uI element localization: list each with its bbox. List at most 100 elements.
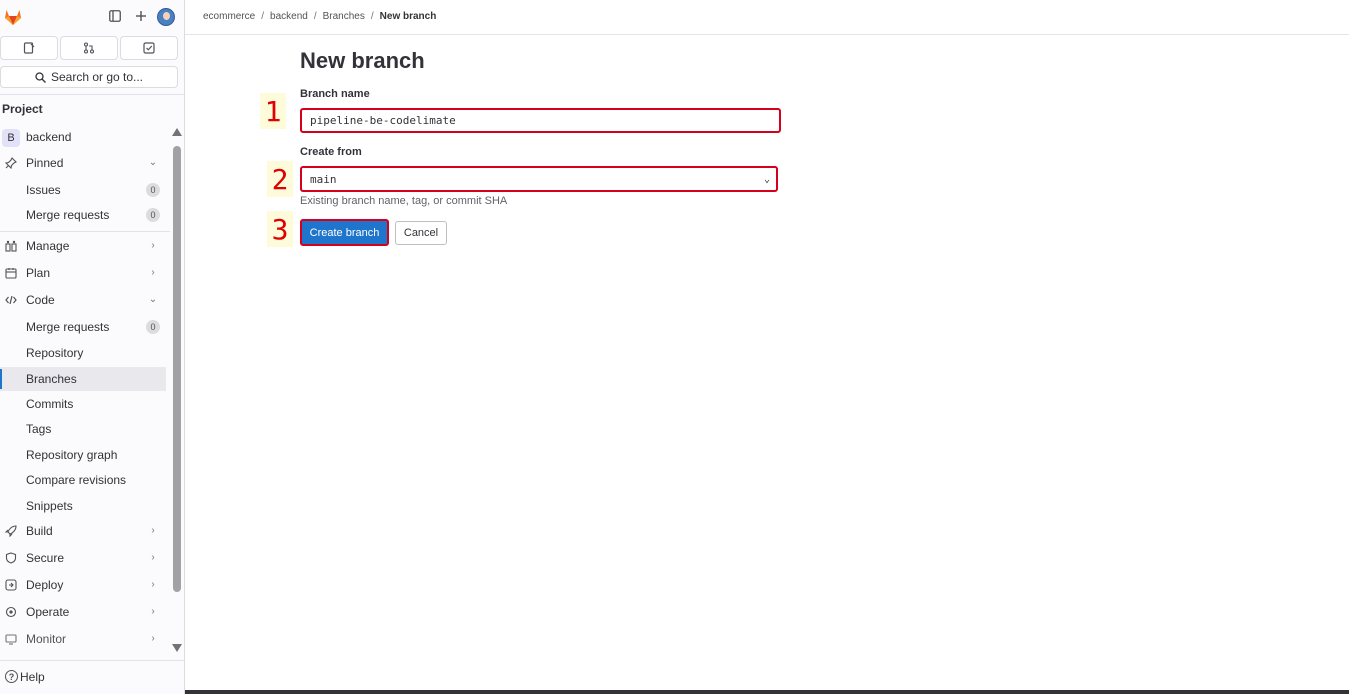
sidebar-item-label: Tags xyxy=(26,422,52,436)
sidebar-item-monitor[interactable]: Monitor › xyxy=(0,627,166,651)
chevron-down-icon: ⌄ xyxy=(148,156,158,168)
issues-shortcut-button[interactable] xyxy=(0,36,58,60)
annotation-step-1: 1 xyxy=(260,93,286,129)
create-from-value: main xyxy=(310,172,337,186)
sidebar-item-label: Plan xyxy=(26,266,51,280)
branch-name-value: pipeline-be-codelimate xyxy=(310,114,456,127)
sidebar-item-label: Pinned xyxy=(26,156,64,170)
help-label: Help xyxy=(20,670,45,684)
sidebar-item-build[interactable]: Build › xyxy=(0,519,166,543)
sidebar-item-label: Merge requests xyxy=(26,320,110,334)
page-title: New branch xyxy=(300,48,425,73)
create-from-select[interactable]: main ⌄ xyxy=(300,166,778,192)
gitlab-logo-icon[interactable] xyxy=(3,7,23,27)
annotation-step-3: 3 xyxy=(267,211,293,247)
todo-icon xyxy=(143,42,155,54)
sidebar-top xyxy=(0,0,184,34)
sidebar-item-pinned[interactable]: Pinned ⌄ xyxy=(0,151,166,175)
chevron-down-icon: ⌄ xyxy=(763,174,770,185)
app: Search or go to... Project B backend Pin… xyxy=(0,0,1349,694)
sidebar-item-label: Repository graph xyxy=(26,448,118,462)
manage-icon xyxy=(5,240,17,252)
sidebar-scrollbar[interactable] xyxy=(172,128,182,656)
operate-icon xyxy=(5,606,17,618)
sidebar: Search or go to... Project B backend Pin… xyxy=(0,0,185,694)
merge-requests-shortcut-button[interactable] xyxy=(60,36,118,60)
shield-icon xyxy=(5,552,17,564)
scroll-down-arrow-icon[interactable] xyxy=(172,644,182,652)
sidebar-toggle-icon[interactable] xyxy=(107,8,123,24)
create-branch-button[interactable]: Create branch xyxy=(300,219,389,246)
scroll-thumb[interactable] xyxy=(173,146,181,592)
pin-icon xyxy=(5,157,17,169)
sidebar-item-branches[interactable]: Branches xyxy=(0,367,166,391)
monitor-icon xyxy=(5,633,17,645)
sidebar-item-label: Secure xyxy=(26,551,65,565)
sidebar-item-compare-revisions[interactable]: Compare revisions xyxy=(0,468,166,492)
sidebar-item-issues[interactable]: Issues 0 xyxy=(0,178,166,202)
user-avatar[interactable] xyxy=(157,8,175,26)
branch-name-input[interactable]: pipeline-be-codelimate xyxy=(300,108,781,133)
breadcrumb-ecommerce[interactable]: ecommerce xyxy=(203,11,255,22)
chevron-right-icon: › xyxy=(151,632,155,644)
sidebar-item-tags[interactable]: Tags xyxy=(0,417,166,441)
window-bottom-border xyxy=(185,690,1349,694)
breadcrumb-backend[interactable]: backend xyxy=(270,11,308,22)
code-icon xyxy=(5,294,17,306)
sidebar-item-snippets[interactable]: Snippets xyxy=(0,494,166,518)
sidebar-item-label: Monitor xyxy=(26,632,67,646)
chevron-right-icon: › xyxy=(151,524,155,536)
sidebar-item-repository[interactable]: Repository xyxy=(0,341,166,365)
plan-icon xyxy=(5,267,17,279)
create-from-label: Create from xyxy=(300,146,362,158)
sidebar-item-operate[interactable]: Operate › xyxy=(0,600,166,624)
sidebar-item-repository-graph[interactable]: Repository graph xyxy=(0,443,166,467)
nav-divider xyxy=(0,231,170,232)
sidebar-item-label: Build xyxy=(26,524,53,538)
breadcrumb-branches[interactable]: Branches xyxy=(323,11,365,22)
sidebar-item-secure[interactable]: Secure › xyxy=(0,546,166,570)
project-avatar: B xyxy=(2,129,20,147)
sidebar-item-label: Repository xyxy=(26,346,84,360)
sidebar-item-commits[interactable]: Commits xyxy=(0,392,166,416)
todos-shortcut-button[interactable] xyxy=(120,36,178,60)
breadcrumb-separator: / xyxy=(261,11,265,22)
top-bar: ecommerce / backend / Branches / New bra… xyxy=(185,0,1349,35)
sidebar-item-label: Manage xyxy=(26,239,70,253)
chevron-right-icon: › xyxy=(151,578,155,590)
help-icon: ? xyxy=(5,670,18,683)
sidebar-section-label: Project xyxy=(2,102,43,116)
sidebar-item-manage[interactable]: Manage › xyxy=(0,234,166,258)
sidebar-item-deploy[interactable]: Deploy › xyxy=(0,573,166,597)
sidebar-item-merge-requests[interactable]: Merge requests 0 xyxy=(0,315,166,339)
project-name: backend xyxy=(26,130,72,144)
sidebar-item-code[interactable]: Code ⌄ xyxy=(0,288,166,312)
search-label: Search or go to... xyxy=(50,70,144,84)
chevron-right-icon: › xyxy=(151,551,155,563)
search-icon xyxy=(35,71,46,83)
rocket-icon xyxy=(5,525,17,537)
cancel-button[interactable]: Cancel xyxy=(395,221,447,245)
sidebar-project-backend[interactable]: B backend xyxy=(0,125,166,149)
search-button[interactable]: Search or go to... xyxy=(0,66,178,88)
chevron-right-icon: › xyxy=(151,239,155,251)
help-button[interactable]: ? Help xyxy=(0,660,184,694)
sidebar-item-label: Snippets xyxy=(26,499,73,513)
count-badge: 0 xyxy=(146,208,160,222)
breadcrumb-separator: / xyxy=(313,11,317,22)
plus-icon[interactable] xyxy=(133,8,149,24)
sidebar-item-label: Commits xyxy=(26,397,74,411)
breadcrumb: ecommerce / backend / Branches / New bra… xyxy=(203,11,436,22)
sidebar-shortcuts xyxy=(0,36,184,60)
sidebar-item-label: Compare revisions xyxy=(26,473,127,487)
breadcrumb-separator: / xyxy=(370,11,374,22)
sidebar-divider xyxy=(0,94,184,95)
sidebar-item-label: Code xyxy=(26,293,55,307)
count-badge: 0 xyxy=(146,183,160,197)
chevron-right-icon: › xyxy=(151,605,155,617)
scroll-up-arrow-icon[interactable] xyxy=(172,128,182,136)
sidebar-item-merge-requests-pinned[interactable]: Merge requests 0 xyxy=(0,203,166,227)
count-badge: 0 xyxy=(146,320,160,334)
sidebar-item-plan[interactable]: Plan › xyxy=(0,261,166,285)
breadcrumb-new-branch[interactable]: New branch xyxy=(380,11,437,22)
